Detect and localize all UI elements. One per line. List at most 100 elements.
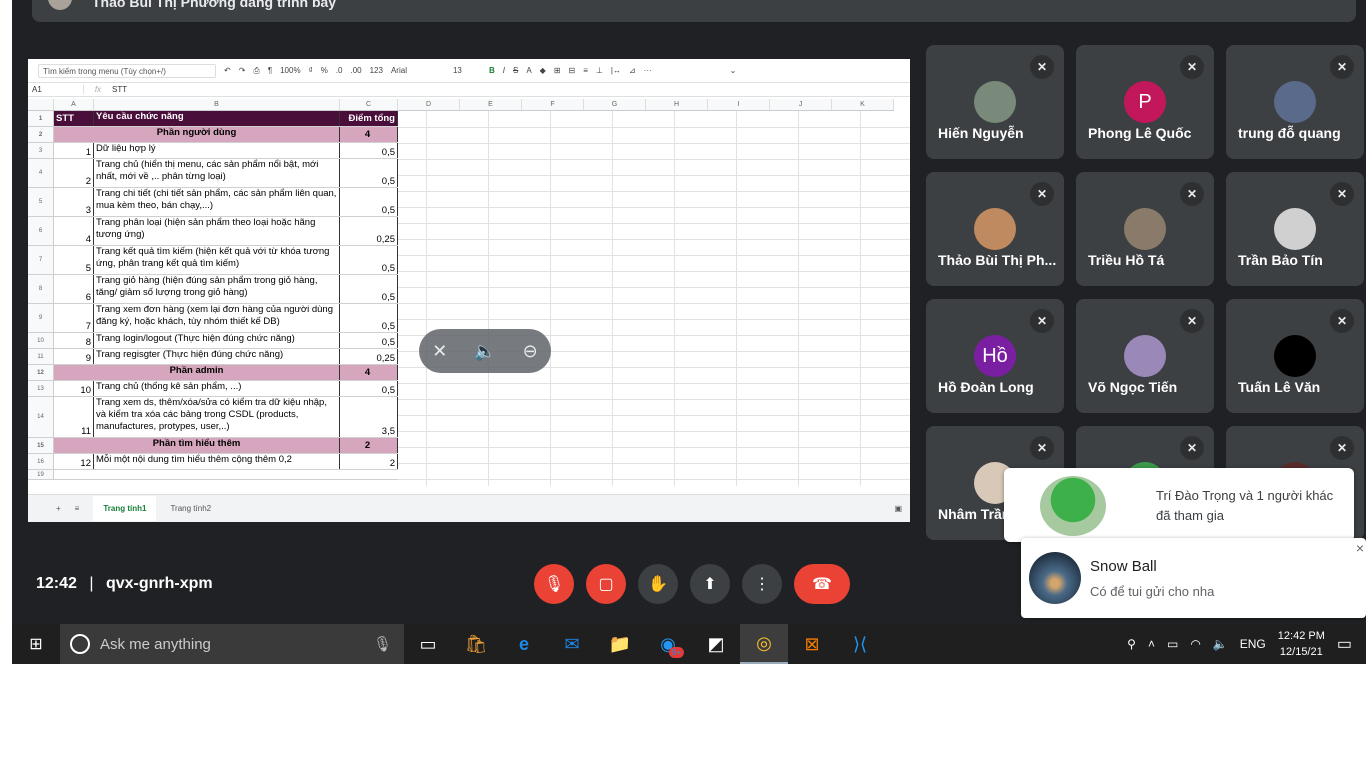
sticky-notes-icon[interactable]: ◩ (692, 624, 740, 664)
action-center-icon[interactable]: ▭ (1337, 634, 1352, 654)
menu-search-input[interactable]: Tìm kiếm trong menu (Tùy chọn+/) (38, 63, 216, 78)
cell-stt[interactable]: 10 (54, 381, 94, 396)
section-points[interactable]: 4 (340, 365, 398, 380)
participant-tile[interactable]: ✕ Hồ Hồ Đoàn Long (926, 299, 1064, 413)
volume-icon[interactable]: 🔈 (1213, 637, 1228, 651)
cell-requirement[interactable]: Mỗi một nội dung tìm hiểu thêm cộng thêm… (94, 454, 340, 469)
meeting-details[interactable]: 12:42 | qvx-gnrh-xpm (36, 575, 213, 593)
column-header[interactable]: G (584, 99, 646, 110)
decrease-decimal-button[interactable]: .0 (336, 66, 343, 75)
redo-icon[interactable]: ↷ (239, 66, 246, 75)
section-row[interactable]: 2 Phần người dùng 4 (28, 127, 398, 143)
column-header[interactable]: E (460, 99, 522, 110)
table-row[interactable]: 3 1 Dữ liệu hợp lý 0,5 (28, 143, 398, 159)
column-header[interactable]: K (832, 99, 894, 110)
cell-requirement[interactable]: Trang chi tiết (chi tiết sản phẩm, các s… (94, 188, 340, 216)
section-points[interactable]: 4 (340, 127, 398, 142)
wrap-icon[interactable]: |↔ (611, 66, 621, 75)
column-header[interactable]: A (54, 99, 94, 110)
valign-icon[interactable]: ⊥ (596, 66, 603, 75)
cell-requirement[interactable]: Trang kết quả tìm kiếm (hiện kết quả với… (94, 246, 340, 274)
table-row[interactable]: 5 3 Trang chi tiết (chi tiết sản phẩm, các… (28, 188, 398, 217)
close-icon[interactable]: × (1356, 540, 1364, 556)
cell-requirement[interactable]: Trang xem ds, thêm/xóa/sửa có kiểm tra d… (94, 397, 340, 437)
table-row[interactable]: 13 10 Trang chủ (thống kê sản phẩm, ...) 0,… (28, 381, 398, 397)
cell-stt[interactable]: 6 (54, 275, 94, 303)
table-row[interactable]: 4 2 Trang chủ (hiển thị menu, các sản phẩm… (28, 159, 398, 188)
cell-points[interactable]: 0,5 (340, 275, 398, 303)
participant-tile[interactable]: ✕ Hiến Nguyễn (926, 45, 1064, 159)
number-format-button[interactable]: 123 (370, 66, 383, 75)
cell-stt[interactable]: 5 (54, 246, 94, 274)
add-sheet-button[interactable]: + (56, 504, 61, 513)
cell-points[interactable]: 0,25 (340, 217, 398, 245)
table-row[interactable]: 8 6 Trang giỏ hàng (hiện đúng sản phẩm tro… (28, 275, 398, 304)
wifi-icon[interactable]: ◠ (1190, 637, 1200, 651)
cell-stt[interactable]: 9 (54, 349, 94, 364)
section-label[interactable]: Phần người dùng (54, 127, 340, 142)
align-icon[interactable]: ≡ (583, 66, 588, 75)
section-points[interactable]: 2 (340, 438, 398, 453)
cell-points[interactable]: 0,5 (340, 159, 398, 187)
chrome-icon[interactable]: ◎ (740, 624, 788, 664)
empty-grid[interactable] (398, 111, 910, 496)
header-requirement[interactable]: Yêu cầu chức năng (94, 111, 340, 126)
section-label[interactable]: Phần tìm hiểu thêm (54, 438, 340, 453)
borders-icon[interactable]: ⊞ (554, 66, 561, 75)
participant-tile[interactable]: ✕ trung đỗ quang (1226, 45, 1364, 159)
pin-icon[interactable]: ✕ (432, 341, 447, 362)
table-row[interactable]: 7 5 Trang kết quả tìm kiếm (hiện kết quả v… (28, 246, 398, 275)
speaker-icon[interactable]: 🔈 (474, 341, 496, 362)
edge-icon[interactable]: e (500, 624, 548, 664)
language-indicator[interactable]: ENG (1240, 637, 1266, 651)
table-row[interactable]: 14 11 Trang xem ds, thêm/xóa/sửa có kiểm t… (28, 397, 398, 438)
text-color-icon[interactable]: A (526, 66, 531, 75)
cell-points[interactable]: 0,25 (340, 349, 398, 364)
participant-tile[interactable]: ✕ Tuấn Lê Văn (1226, 299, 1364, 413)
table-row[interactable]: 10 8 Trang login/logout (Thực hiện đúng ch… (28, 333, 398, 349)
zalo-icon[interactable]: ◉ 5+ (644, 624, 692, 664)
cell-stt[interactable]: 12 (54, 454, 94, 469)
cell-stt[interactable]: 4 (54, 217, 94, 245)
header-stt[interactable]: STT (54, 111, 94, 126)
mic-off-button[interactable]: 🎙 (534, 564, 574, 604)
microphone-icon[interactable]: 🎙 (373, 635, 392, 653)
join-notification[interactable]: Trí Đào Trọng và 1 người khác đã tham gi… (1004, 468, 1354, 542)
cell-stt[interactable]: 7 (54, 304, 94, 332)
paint-format-icon[interactable]: ¶ (268, 66, 272, 75)
zoom-select[interactable]: 100% (280, 66, 300, 75)
section-row[interactable]: 12 Phần admin 4 (28, 365, 398, 381)
column-header[interactable]: J (770, 99, 832, 110)
participant-tile[interactable]: ✕ Triều Hồ Tá (1076, 172, 1214, 286)
currency-button[interactable]: ₫ (309, 66, 313, 75)
store-icon[interactable]: 🛍 (452, 624, 500, 664)
font-select[interactable]: Arial (391, 66, 445, 75)
print-icon[interactable]: ⎙ (253, 66, 259, 76)
section-label[interactable]: Phần admin (54, 365, 340, 380)
rotate-icon[interactable]: ⊿ (629, 66, 636, 75)
chevron-up-icon[interactable]: ˄ (1148, 637, 1155, 651)
people-icon[interactable]: ⚲ (1127, 637, 1136, 651)
column-header[interactable]: H (646, 99, 708, 110)
cell-stt[interactable]: 8 (54, 333, 94, 348)
participant-tile[interactable]: ✕ Trần Bảo Tín (1226, 172, 1364, 286)
cell-requirement[interactable]: Trang chủ (hiển thị menu, các sản phẩm n… (94, 159, 340, 187)
explore-icon[interactable]: ▣ (894, 504, 902, 513)
cell-requirement[interactable]: Trang regisgter (Thực hiện đúng chức năn… (94, 349, 340, 364)
leave-call-button[interactable]: ☎ (794, 564, 850, 604)
cell-requirement[interactable]: Trang chủ (thống kê sản phẩm, ...) (94, 381, 340, 396)
tab-sheet2[interactable]: Trang tính2 (170, 504, 211, 513)
cell-requirement[interactable]: Dữ liệu hợp lý (94, 143, 340, 158)
more-icon[interactable]: ··· (644, 66, 652, 75)
cell-points[interactable]: 0,5 (340, 143, 398, 158)
participant-tile[interactable]: ✕ Võ Ngọc Tiến (1076, 299, 1214, 413)
fill-color-icon[interactable]: ◆ (540, 66, 546, 75)
collapse-chevron-icon[interactable]: ⌄ (730, 66, 737, 75)
participant-tile[interactable]: ✕ P Phong Lê Quốc (1076, 45, 1214, 159)
formula-input[interactable]: STT (112, 85, 127, 94)
column-header[interactable]: C (340, 99, 398, 110)
task-view-icon[interactable]: ▭ (404, 624, 452, 664)
cell-requirement[interactable]: Trang giỏ hàng (hiện đúng sản phẩm trong… (94, 275, 340, 303)
strikethrough-icon[interactable]: S (513, 66, 518, 75)
table-row[interactable]: 16 12 Mỗi một nội dung tìm hiểu thêm cộng … (28, 454, 398, 470)
